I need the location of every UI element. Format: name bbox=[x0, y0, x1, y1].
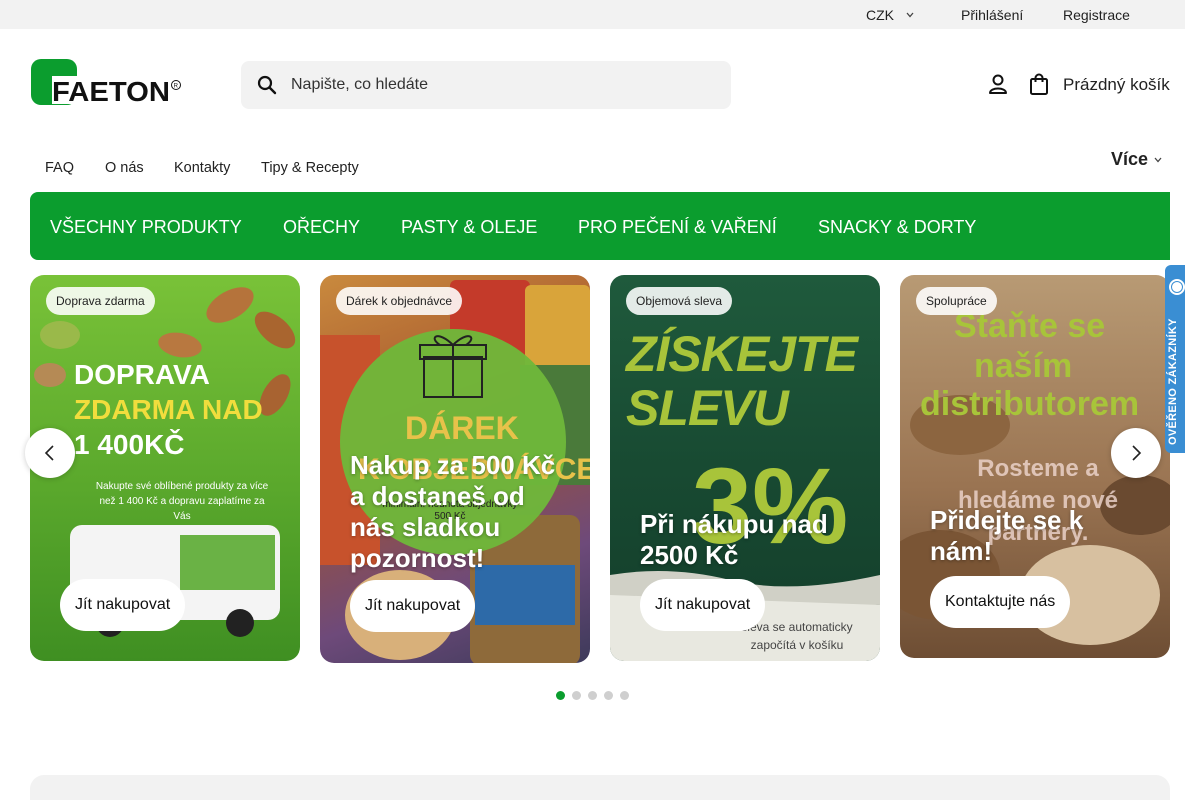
chevron-down-icon[interactable] bbox=[906, 11, 914, 19]
login-link[interactable]: Přihlášení bbox=[961, 7, 1023, 23]
nav-link-tips-recipes[interactable]: Tipy & Recepty bbox=[261, 160, 359, 176]
card-headline: Nakup za 500 Kč a dostaneš od nás sladko… bbox=[350, 450, 556, 573]
promo-card-free-shipping[interactable]: DOPRAVA ZDARMA NAD 1 400KČ Nakupte své o… bbox=[30, 275, 300, 661]
chevron-right-icon bbox=[1132, 445, 1142, 461]
contact-button[interactable]: Kontaktujte nás bbox=[930, 576, 1071, 628]
carousel-next-button[interactable] bbox=[1111, 428, 1161, 478]
register-link[interactable]: Registrace bbox=[1063, 7, 1130, 23]
category-pastes-oils[interactable]: PASTY & OLEJE bbox=[401, 217, 537, 238]
carousel-dot[interactable] bbox=[556, 691, 565, 700]
chevron-left-icon bbox=[44, 445, 54, 461]
category-snacks-cakes[interactable]: SNACKY & DORTY bbox=[818, 217, 976, 238]
category-nuts[interactable]: OŘECHY bbox=[283, 217, 360, 238]
card-headline: Přidejte se k nám! bbox=[930, 505, 1084, 566]
card-headline: Při nákupu nad 2500 Kč bbox=[640, 509, 828, 570]
search-input[interactable] bbox=[291, 61, 711, 109]
faeton-logo-icon: FAETON R bbox=[31, 59, 181, 107]
chevron-down-icon[interactable] bbox=[1154, 155, 1162, 164]
user-icon[interactable] bbox=[987, 73, 1009, 95]
nav-link-about[interactable]: O nás bbox=[105, 160, 144, 176]
svg-text:R: R bbox=[174, 84, 179, 90]
image-text-line-1: DOPRAVA bbox=[74, 359, 210, 390]
category-baking-cooking[interactable]: PRO PEČENÍ & VAŘENÍ bbox=[578, 217, 777, 238]
image-text-line-3: distributorem bbox=[920, 385, 1140, 423]
verified-badge-label: OVĚŘENO ZÁKAZNÍKY bbox=[1167, 318, 1179, 445]
nav-link-faq[interactable]: FAQ bbox=[45, 160, 74, 176]
card-tag: Doprava zdarma bbox=[46, 287, 155, 315]
verified-reviews-badge[interactable]: OVĚŘENO ZÁKAZNÍKY bbox=[1165, 265, 1185, 453]
carousel-dot[interactable] bbox=[620, 691, 629, 700]
search-icon[interactable] bbox=[257, 75, 277, 95]
image-text-line-2: naším bbox=[974, 347, 1073, 385]
image-text-line-1: ZÍSKEJTE bbox=[626, 326, 858, 382]
image-text-line-2: ZDARMA NAD bbox=[74, 394, 263, 425]
cart-button[interactable]: Prázdný košík bbox=[1063, 75, 1170, 95]
shop-button[interactable]: Jít nakupovat bbox=[60, 579, 186, 631]
top-bar: CZK Přihlášení Registrace bbox=[0, 0, 1185, 29]
category-nav: VŠECHNY PRODUKTY OŘECHY PASTY & OLEJE PR… bbox=[30, 192, 1170, 260]
carousel-dot[interactable] bbox=[588, 691, 597, 700]
shop-button[interactable]: Jít nakupovat bbox=[640, 579, 766, 631]
search-bar[interactable] bbox=[241, 61, 731, 109]
promo-card-gift[interactable]: DÁREK K OBJEDNÁVCE minimální hodnota obj… bbox=[320, 275, 590, 663]
image-text-line-3: 1 400KČ bbox=[74, 429, 185, 460]
image-text-line-1: DÁREK bbox=[405, 410, 519, 446]
card-tag: Spolupráce bbox=[916, 287, 997, 315]
currency-selector[interactable]: CZK bbox=[866, 7, 894, 23]
more-menu-button[interactable]: Více bbox=[1111, 149, 1148, 170]
carousel-dot[interactable] bbox=[572, 691, 581, 700]
image-subtext: Nakupte své oblíbené produkty za více ne… bbox=[95, 481, 269, 522]
logo[interactable]: FAETON R bbox=[30, 58, 182, 108]
verified-seal-icon bbox=[1169, 279, 1185, 295]
image-text-line-2: SLEVU bbox=[626, 380, 789, 436]
card-tag: Objemová sleva bbox=[626, 287, 733, 315]
carousel-prev-button[interactable] bbox=[25, 428, 75, 478]
shopping-bag-icon[interactable] bbox=[1028, 72, 1050, 96]
logo-text: FAETON bbox=[52, 76, 170, 107]
carousel-dot[interactable] bbox=[604, 691, 613, 700]
content-section bbox=[30, 775, 1170, 800]
promo-card-volume-discount[interactable]: ZÍSKEJTE SLEVU 3% sleva se automaticky z… bbox=[610, 275, 880, 661]
category-all-products[interactable]: VŠECHNY PRODUKTY bbox=[50, 217, 242, 238]
nav-link-contacts[interactable]: Kontakty bbox=[174, 160, 230, 176]
shop-button[interactable]: Jít nakupovat bbox=[350, 580, 476, 632]
card-tag: Dárek k objednávce bbox=[336, 287, 463, 315]
